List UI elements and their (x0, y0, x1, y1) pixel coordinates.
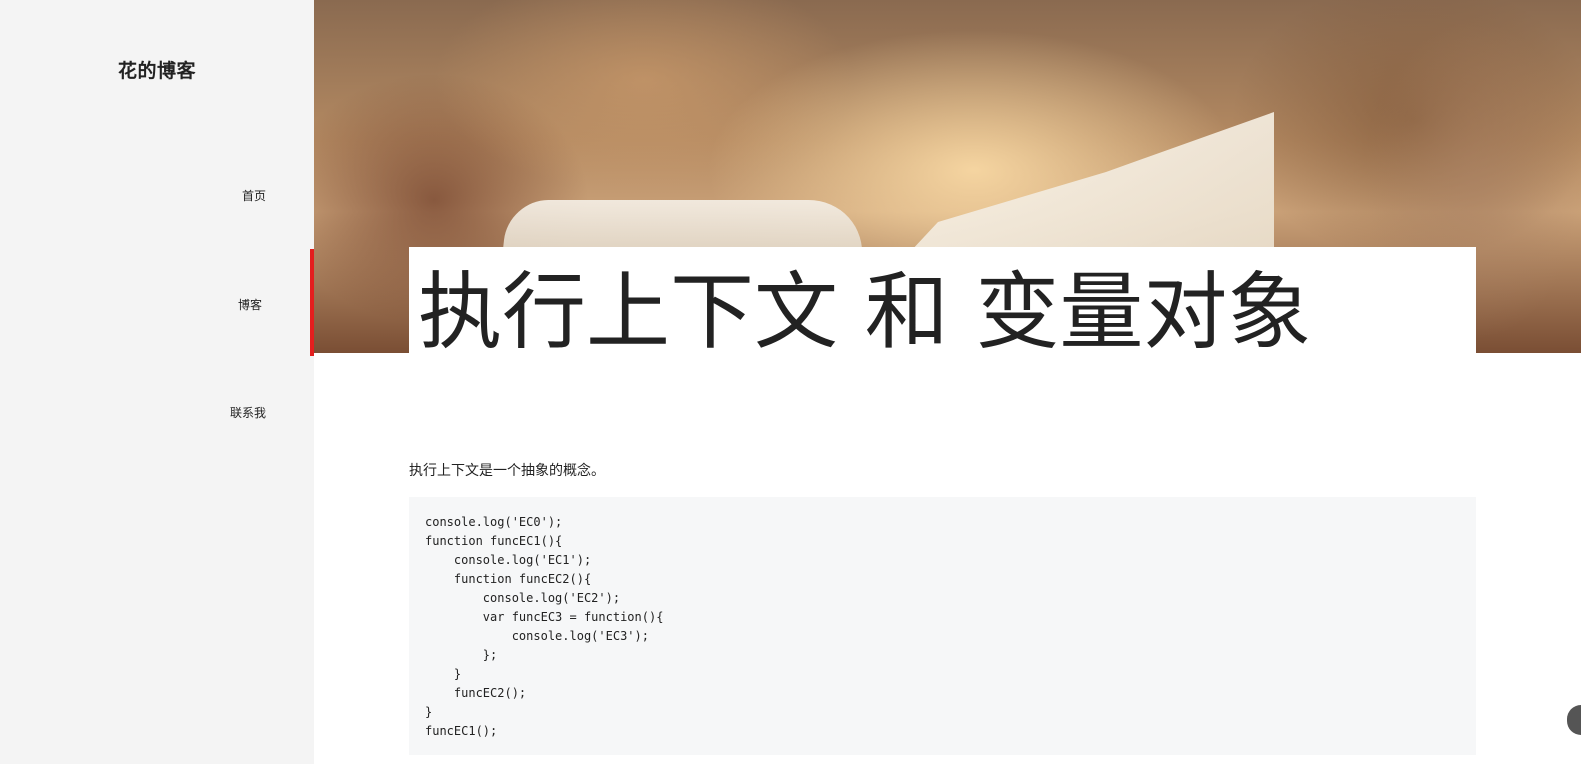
code-line: function funcEC2(){ (425, 572, 592, 586)
code-line: }; (425, 648, 498, 662)
code-line: function funcEC1(){ (425, 534, 563, 548)
code-line: funcEC1(); (425, 724, 498, 738)
article-title: 执行上下文 和 变量对象 (418, 263, 1312, 361)
code-line: } (425, 705, 433, 719)
code-line: console.log('EC2'); (425, 591, 621, 605)
article-intro: 执行上下文是一个抽象的概念。 (409, 463, 605, 479)
code-line: console.log('EC3'); (425, 629, 649, 643)
scroll-to-top-button[interactable] (1567, 705, 1581, 735)
code-line: console.log('EC1'); (425, 553, 592, 567)
code-line: } (425, 667, 462, 681)
code-line: console.log('EC0'); (425, 515, 563, 529)
sidebar: 花的博客 首页 博客 联系我 (0, 0, 314, 764)
nav-item-blog[interactable]: 博客 (238, 296, 262, 313)
blog-page: 花的博客 首页 博客 联系我 执行上下文 和 变量对象 执行上下文是一个抽象的概… (0, 0, 1581, 764)
code-block: console.log('EC0'); function funcEC1(){ … (409, 497, 1476, 755)
nav-item-contact[interactable]: 联系我 (230, 404, 266, 421)
code-line: funcEC2(); (425, 686, 527, 700)
nav-item-home[interactable]: 首页 (242, 187, 266, 204)
site-logo-text[interactable]: 花的博客 (118, 56, 196, 83)
code-line: var funcEC3 = function(){ (425, 610, 664, 624)
